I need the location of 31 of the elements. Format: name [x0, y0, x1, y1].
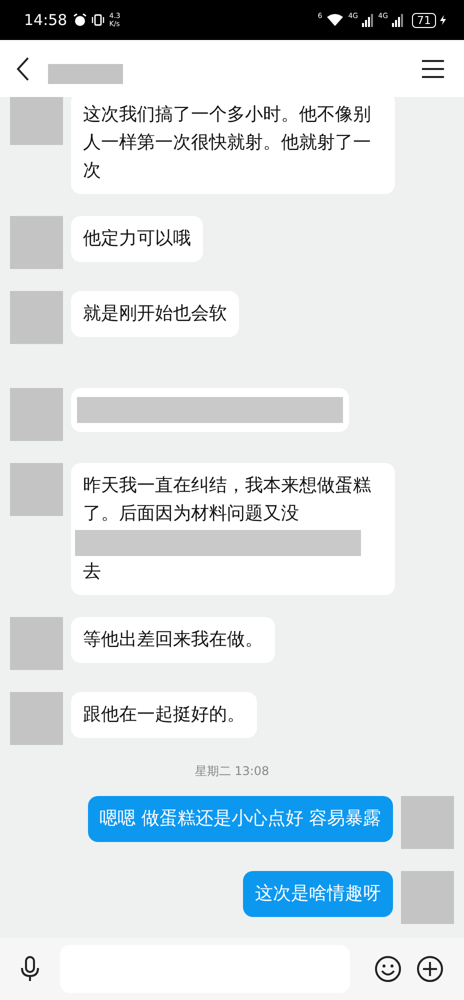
avatar — [10, 692, 63, 745]
signal-icon — [392, 14, 404, 26]
message-text: 昨天我一直在纠结，我本来想做蛋糕了。后面因为材料问题又没 — [83, 474, 372, 526]
status-time: 14:58 — [24, 11, 68, 29]
message-text: 就是刚开始也会软 — [83, 302, 227, 326]
battery-level: 71 — [412, 12, 436, 28]
message-text: 跟他在一起挺好的。 — [83, 703, 245, 727]
avatar — [10, 388, 63, 441]
wifi-icon — [326, 13, 344, 27]
message-text: 等他出差回来我在做。 — [83, 628, 263, 652]
avatar — [10, 97, 63, 145]
avatar — [10, 216, 63, 269]
menu-button[interactable] — [420, 58, 446, 80]
timestamp: 星期二 13:08 — [194, 763, 270, 780]
avatar — [10, 617, 63, 670]
message-text: 这次是啥情趣呀 — [255, 882, 381, 906]
emoji-icon[interactable] — [374, 955, 402, 983]
message-text: 他定力可以哦 — [83, 227, 191, 251]
message-text: 这次我们搞了一个多小时。他不像别人一样第一次很快就射。他就射了一次 — [83, 103, 372, 183]
message-text: 嗯嗯 做蛋糕还是小心点好 容易暴露 — [100, 807, 381, 831]
avatar — [10, 463, 63, 516]
avatar — [10, 291, 63, 344]
plus-icon[interactable] — [416, 955, 444, 983]
alarm-icon — [73, 13, 88, 27]
charging-icon — [440, 15, 446, 25]
avatar — [401, 796, 454, 849]
message-text: 去 — [83, 560, 102, 584]
microphone-icon[interactable] — [20, 956, 40, 982]
signal-icon — [362, 14, 374, 26]
vibrate-icon — [91, 13, 106, 27]
avatar — [401, 871, 454, 924]
